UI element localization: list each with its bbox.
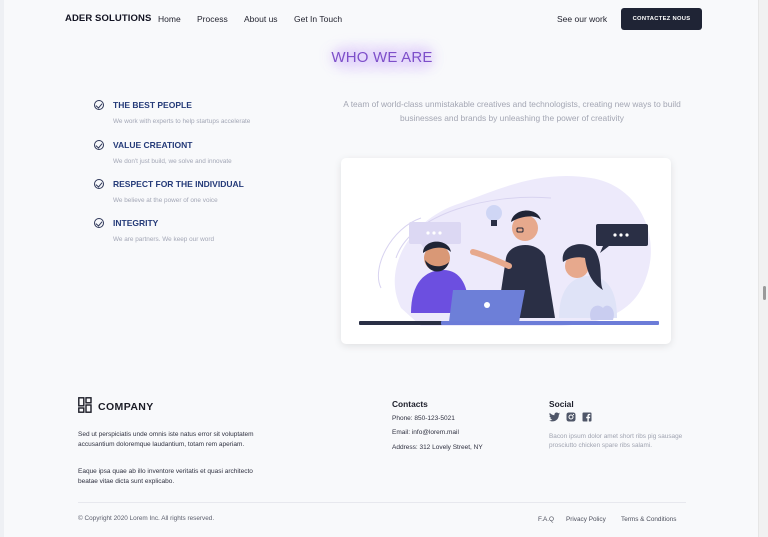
contact-phone[interactable]: Phone: 850-123-5021 bbox=[392, 415, 455, 422]
check-circle-icon bbox=[94, 140, 104, 150]
check-circle-icon bbox=[94, 218, 104, 228]
brand-logo[interactable]: ADER SOLUTIONS bbox=[65, 13, 151, 24]
company-about-text: Sed ut perspiciatis unde omnis iste natu… bbox=[78, 431, 254, 448]
instagram-icon[interactable] bbox=[565, 411, 576, 422]
company-logo-icon bbox=[78, 397, 92, 413]
team-illustration-svg bbox=[359, 176, 659, 326]
copyright: © Copyright 2020 Lorem Inc. All rights r… bbox=[78, 515, 215, 522]
company-about-text-2: Eaque ipsa quae ab illo inventore verita… bbox=[78, 468, 253, 485]
value-title: RESPECT FOR THE INDIVIDUAL bbox=[113, 179, 244, 189]
section-title: WHO WE ARE bbox=[331, 49, 433, 66]
check-circle-icon bbox=[94, 100, 104, 110]
scrollbar[interactable] bbox=[758, 0, 768, 537]
nav-get-in-touch[interactable]: Get In Touch bbox=[294, 14, 342, 24]
value-title: THE BEST PEOPLE bbox=[113, 100, 192, 110]
footer: COMPANY Sed ut perspiciatis unde omnis i… bbox=[4, 382, 758, 537]
page: ADER SOLUTIONS Home Process About us Get… bbox=[4, 0, 758, 537]
social-text: Bacon ipsum dolor amet short ribs pig sa… bbox=[549, 433, 683, 450]
nav-about-us[interactable]: About us bbox=[244, 14, 278, 24]
value-title: INTEGRITY bbox=[113, 218, 159, 228]
see-our-work-link[interactable]: See our work bbox=[557, 14, 607, 24]
social-heading: Social bbox=[549, 399, 574, 409]
faq-link[interactable]: F.A.Q bbox=[538, 516, 554, 523]
top-nav: ADER SOLUTIONS Home Process About us Get… bbox=[4, 0, 758, 38]
company-name: COMPANY bbox=[98, 401, 154, 413]
facebook-icon[interactable] bbox=[581, 411, 592, 422]
team-illustration bbox=[341, 158, 671, 344]
social-icons bbox=[549, 411, 592, 422]
scrollbar-thumb[interactable] bbox=[763, 286, 766, 300]
value-description: We don't just build, we solve and innova… bbox=[113, 158, 232, 165]
footer-divider bbox=[78, 502, 686, 503]
contacts-heading: Contacts bbox=[392, 399, 428, 409]
intro-text: A team of world-class unmistakable creat… bbox=[343, 99, 681, 123]
value-description: We work with experts to help startups ac… bbox=[113, 118, 251, 125]
contact-address: Address: 312 Lovely Street, NY bbox=[392, 444, 483, 451]
nav-process[interactable]: Process bbox=[197, 14, 228, 24]
privacy-policy-link[interactable]: Privacy Policy bbox=[566, 516, 606, 523]
terms-conditions-link[interactable]: Terms & Conditions bbox=[621, 516, 676, 523]
value-title: VALUE CREATIONT bbox=[113, 140, 193, 150]
nav-home[interactable]: Home bbox=[158, 14, 181, 24]
contact-email[interactable]: Email: info@lorem.mail bbox=[392, 429, 459, 436]
check-circle-icon bbox=[94, 179, 104, 189]
value-description: We believe at the power of one voice bbox=[113, 197, 218, 204]
value-description: We are partners. We keep our word bbox=[113, 236, 214, 243]
contact-button[interactable]: CONTACTEZ NOUS bbox=[621, 8, 702, 30]
twitter-icon[interactable] bbox=[549, 411, 560, 422]
